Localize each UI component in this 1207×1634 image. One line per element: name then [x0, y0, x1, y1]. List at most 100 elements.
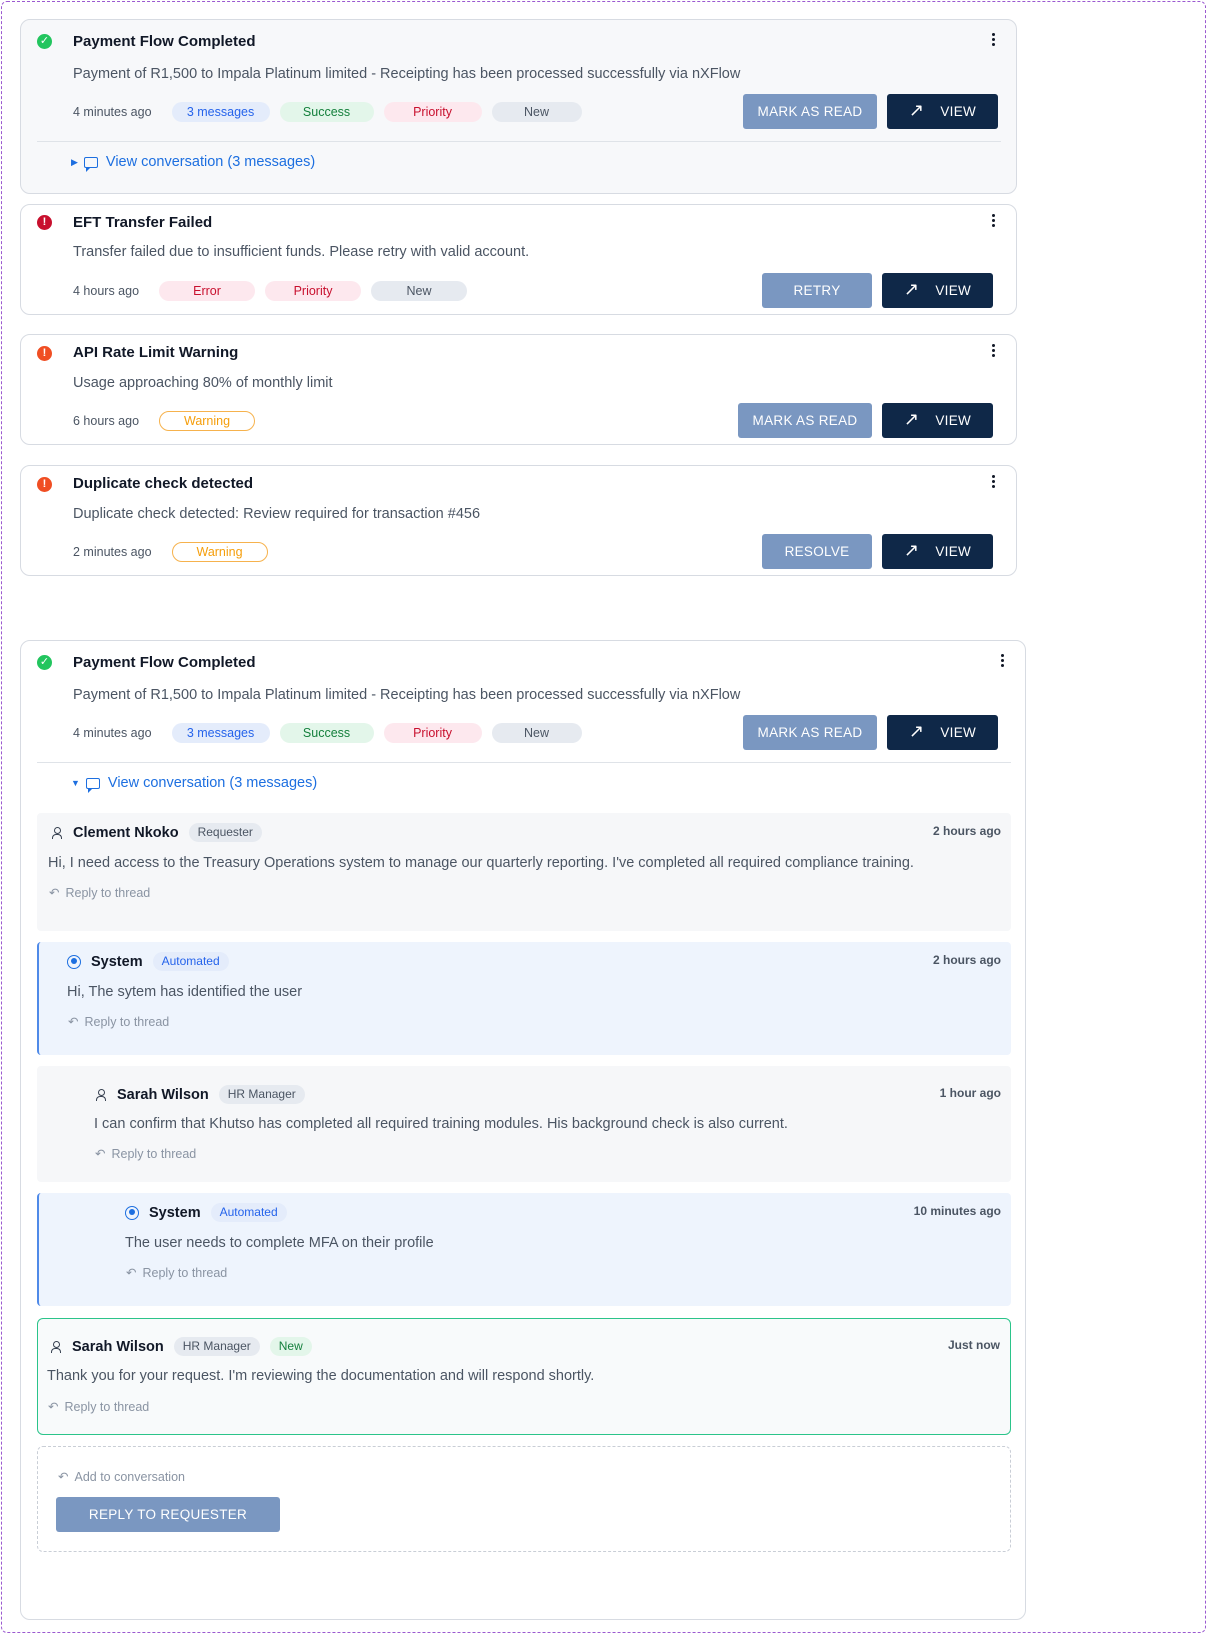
view-button[interactable]: ↗ VIEW: [882, 403, 993, 438]
reply-to-thread-link[interactable]: ↶ Reply to thread: [48, 1399, 149, 1414]
card-title: Payment Flow Completed: [73, 33, 256, 50]
alert-circle-icon: !: [37, 477, 52, 492]
card-description: Duplicate check detected: Review require…: [73, 506, 481, 522]
view-button[interactable]: ↗ VIEW: [887, 94, 998, 129]
mark-as-read-button[interactable]: MARK AS READ: [743, 715, 877, 750]
reply-icon: ↶: [126, 1266, 137, 1280]
priority-badge: Priority: [383, 102, 482, 122]
view-conversation-toggle[interactable]: ▶ View conversation (3 messages): [71, 154, 315, 172]
reply-label: Reply to thread: [142, 1266, 228, 1280]
view-button[interactable]: ↗ VIEW: [882, 534, 993, 569]
resolve-button[interactable]: RESOLVE: [762, 534, 872, 569]
mark-as-read-button[interactable]: MARK AS READ: [743, 94, 877, 129]
message-time: 2 hours ago: [932, 953, 1001, 967]
notification-card[interactable]: ! EFT Transfer Failed Transfer failed du…: [20, 204, 1017, 315]
radio-icon: [67, 954, 81, 969]
message-author: Clement Nkoko Requester: [51, 823, 262, 842]
divider: [37, 141, 1001, 142]
card-meta: 4 minutes ago 3 messages Success Priorit…: [73, 723, 582, 743]
reply-icon: ↶: [48, 1400, 59, 1414]
caret-down-icon: ▼: [71, 778, 80, 788]
message-time: 2 hours ago: [932, 824, 1001, 838]
card-title: API Rate Limit Warning: [73, 344, 239, 361]
add-to-conversation-link[interactable]: ↶ Add to conversation: [58, 1469, 185, 1484]
success-badge: Success: [279, 723, 374, 743]
card-title: Payment Flow Completed: [73, 654, 256, 671]
card-meta: 6 hours ago Warning: [73, 411, 256, 431]
card-description: Payment of R1,500 to Impala Platinum lim…: [73, 687, 741, 703]
role-badge: HR Manager: [218, 1085, 305, 1104]
add-to-conversation-label: Add to conversation: [74, 1470, 185, 1484]
arrow-up-right-icon: ↗: [908, 721, 925, 741]
reply-to-thread-link[interactable]: ↶ Reply to thread: [49, 885, 150, 900]
message-text: The user needs to complete MFA on their …: [125, 1235, 434, 1251]
notification-card-expanded[interactable]: ✓ Payment Flow Completed Payment of R1,5…: [20, 640, 1026, 1620]
radio-icon: [125, 1205, 139, 1220]
role-badge: Automated: [152, 952, 229, 971]
message-author: Sarah Wilson HR Manager New: [50, 1337, 312, 1356]
messages-count-badge: 3 messages: [171, 102, 270, 122]
author-name: Sarah Wilson: [117, 1086, 209, 1103]
view-button[interactable]: ↗ VIEW: [882, 273, 993, 308]
divider: [37, 762, 1011, 763]
reply-to-thread-link[interactable]: ↶ Reply to thread: [95, 1146, 196, 1161]
reply-label: Reply to thread: [111, 1147, 197, 1161]
reply-label: Reply to thread: [65, 886, 151, 900]
reply-to-thread-link[interactable]: ↶ Reply to thread: [68, 1014, 169, 1029]
priority-badge: Priority: [265, 281, 362, 301]
thread-message: Sarah Wilson HR Manager 1 hour ago I can…: [37, 1066, 1011, 1182]
more-vertical-icon[interactable]: [1001, 654, 1005, 668]
reply-icon: ↶: [58, 1470, 69, 1484]
new-badge: New: [371, 281, 468, 301]
view-label: VIEW: [940, 104, 977, 119]
user-icon: [51, 826, 63, 839]
notification-card[interactable]: ! Duplicate check detected Duplicate che…: [20, 465, 1017, 576]
user-icon: [50, 1340, 62, 1353]
card-description: Payment of R1,500 to Impala Platinum lim…: [73, 66, 741, 82]
notification-card[interactable]: ! API Rate Limit Warning Usage approachi…: [20, 334, 1017, 445]
mark-as-read-button[interactable]: MARK AS READ: [738, 403, 872, 438]
reply-to-requester-button[interactable]: REPLY TO REQUESTER: [56, 1497, 280, 1532]
thread-message-new: Sarah Wilson HR Manager New Just now Tha…: [37, 1318, 1011, 1435]
retry-button[interactable]: RETRY: [762, 273, 872, 308]
message-time: Just now: [947, 1338, 1000, 1352]
notification-card[interactable]: ✓ Payment Flow Completed Payment of R1,5…: [20, 19, 1017, 194]
message-text: Hi, I need access to the Treasury Operat…: [48, 855, 914, 871]
more-vertical-icon[interactable]: [992, 214, 996, 228]
arrow-up-right-icon: ↗: [908, 100, 925, 120]
alert-circle-icon: !: [37, 215, 52, 230]
new-badge: New: [491, 102, 582, 122]
reply-icon: ↶: [95, 1147, 106, 1161]
timestamp: 4 minutes ago: [73, 726, 152, 740]
view-button[interactable]: ↗ VIEW: [887, 715, 998, 750]
author-name: Clement Nkoko: [73, 824, 179, 841]
thread-message: Clement Nkoko Requester 2 hours ago Hi, …: [37, 813, 1011, 931]
more-vertical-icon[interactable]: [992, 33, 996, 47]
card-title: Duplicate check detected: [73, 475, 254, 492]
reply-icon: ↶: [68, 1015, 79, 1029]
message-square-icon: [85, 777, 100, 793]
check-circle-icon: ✓: [37, 655, 52, 670]
card-meta: 4 hours ago Error Priority New: [73, 281, 468, 301]
card-description: Usage approaching 80% of monthly limit: [73, 375, 333, 391]
view-conversation-label: View conversation (3 messages): [107, 775, 318, 791]
more-vertical-icon[interactable]: [992, 344, 996, 358]
success-badge: Success: [279, 102, 374, 122]
timestamp: 4 minutes ago: [73, 105, 152, 119]
view-label: VIEW: [935, 413, 972, 428]
caret-right-icon: ▶: [71, 156, 78, 167]
author-name: System: [91, 953, 143, 970]
message-time: 10 minutes ago: [913, 1204, 1001, 1218]
message-square-icon: [83, 156, 98, 172]
add-to-conversation-box: ↶ Add to conversation REPLY TO REQUESTER: [37, 1446, 1011, 1552]
role-badge: HR Manager: [173, 1337, 260, 1356]
card-description: Transfer failed due to insufficient fund…: [73, 244, 530, 260]
messages-count-badge: 3 messages: [171, 723, 270, 743]
reply-label: Reply to thread: [64, 1400, 150, 1414]
reply-to-thread-link[interactable]: ↶ Reply to thread: [126, 1265, 227, 1280]
more-vertical-icon[interactable]: [992, 475, 996, 489]
reply-icon: ↶: [49, 886, 60, 900]
user-icon: [95, 1088, 107, 1101]
message-author: System Automated: [125, 1203, 287, 1222]
view-conversation-toggle[interactable]: ▼ View conversation (3 messages): [71, 775, 318, 793]
